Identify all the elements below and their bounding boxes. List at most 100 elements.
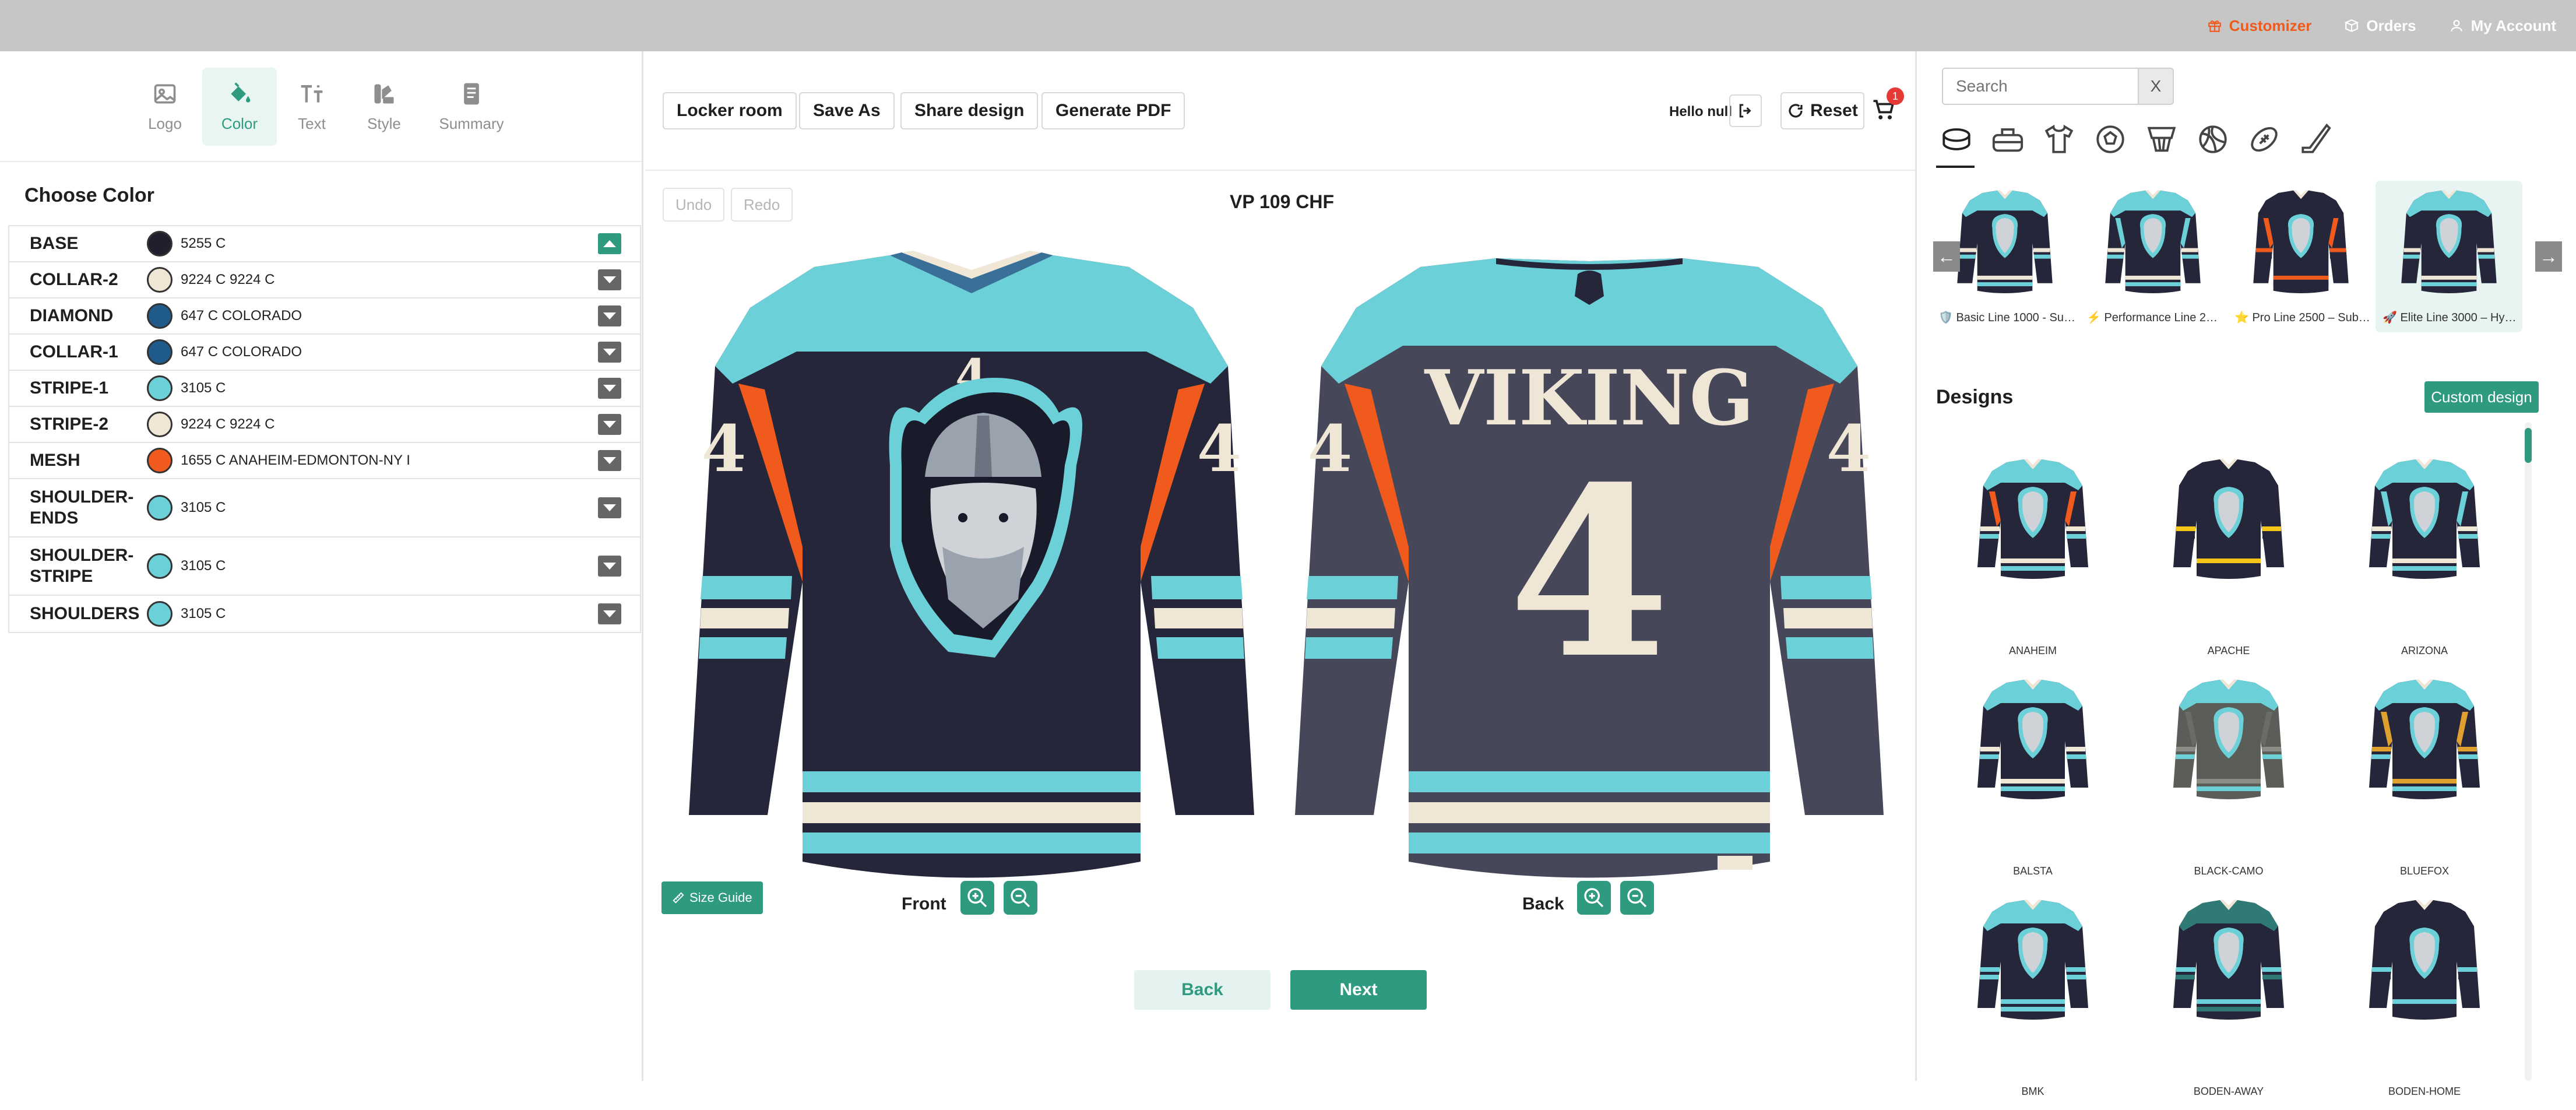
chevron-down-icon[interactable] [598,450,621,471]
nav-orders[interactable]: Orders [2344,17,2416,35]
product-card[interactable]: 🚀 Elite Line 3000 – Hybrid [2376,181,2522,332]
scrollbar-thumb[interactable] [2525,428,2532,463]
search-clear-button[interactable]: X [2138,68,2174,105]
chevron-down-icon[interactable] [598,378,621,399]
design-card-boden-home[interactable]: BODEN-HOME [2337,894,2512,1110]
preview-panel: Locker room Save As Share design Generat… [645,51,1917,1081]
color-row-mesh[interactable]: MESH 1655 C ANAHEIM-EDMONTON-NY I [9,443,640,479]
tab-logo[interactable]: Logo [128,68,202,146]
catalog-panel: X 🛡️ Basic Line 1000 - Sublimated Jersey… [1919,51,2576,1097]
football-icon [2251,127,2278,152]
designs-heading: Designs [1936,386,2014,408]
hockey-stick-icon [2301,123,2331,153]
color-swatch[interactable] [147,412,173,437]
nav-customizer[interactable]: Customizer [2207,17,2311,35]
color-row-stripe-1[interactable]: STRIPE-1 3105 C [9,371,640,407]
front-zoom-out-button[interactable] [1004,881,1037,915]
back-zoom-in-button[interactable] [1577,881,1611,915]
design-card-balsta[interactable]: BALSTA [1945,674,2120,890]
back-zoom-out-button[interactable] [1620,881,1654,915]
design-card-boden-away[interactable]: BODEN-AWAY [2141,894,2316,1110]
tab-color[interactable]: Color [202,68,277,146]
color-value: 647 C COLORADO [181,308,302,324]
color-row-shoulders[interactable]: SHOULDERS 3105 C [9,596,640,632]
nav-account[interactable]: My Account [2449,17,2556,35]
color-row-stripe-2[interactable]: STRIPE-2 9224 C 9224 C [9,407,640,443]
color-swatch[interactable] [147,495,173,521]
color-row-base[interactable]: BASE 5255 C [9,226,640,262]
color-swatch[interactable] [147,267,173,293]
custom-design-button[interactable]: Custom design [2424,381,2539,413]
carousel-next-button[interactable]: → [2535,241,2562,272]
search-input[interactable] [1942,68,2139,105]
sport-tab-volleyball[interactable] [2193,120,2233,159]
tab-summary[interactable]: Summary [434,68,509,146]
color-swatch[interactable] [147,303,173,329]
locker-room-button[interactable]: Locker room [663,92,797,129]
share-design-button[interactable]: Share design [900,92,1039,129]
color-row-diamond[interactable]: DIAMOND 647 C COLORADO [9,298,640,335]
design-card-anaheim[interactable]: ANAHEIM [1945,454,2120,669]
front-zoom-in-button[interactable] [960,881,994,915]
tab-logo-label: Logo [148,114,182,132]
color-swatch[interactable] [147,339,173,365]
design-card-bmk[interactable]: BMK [1945,894,2120,1110]
tab-style[interactable]: Style [347,68,421,146]
top-bar: Customizer Orders My Account [0,0,2576,51]
color-swatch[interactable] [147,231,173,257]
sport-tab-football[interactable] [2244,120,2285,159]
logout-icon [1739,104,1751,118]
color-swatch[interactable] [147,601,173,627]
chevron-down-icon[interactable] [598,414,621,435]
color-row-collar-1[interactable]: COLLAR-1 647 C COLORADO [9,335,640,371]
color-part-name: COLLAR-1 [30,342,118,361]
redo-button[interactable]: Redo [731,188,793,222]
color-swatch[interactable] [147,553,173,579]
left-panel: Logo Color Text Style Summary Choose Col… [0,51,643,1081]
chevron-down-icon[interactable] [598,305,621,326]
chevron-up-icon[interactable] [598,233,621,254]
sport-tab-hockey-puck[interactable] [1936,120,1977,159]
sport-tab-hockey-stick[interactable] [2295,120,2336,159]
color-swatch[interactable] [147,448,173,473]
design-label: BLUEFOX [2399,865,2450,877]
sport-tab-basketball[interactable] [2141,120,2182,159]
color-swatch[interactable] [147,375,173,401]
chevron-down-icon[interactable] [598,603,621,624]
box-icon [2344,19,2359,32]
logout-button[interactable] [1729,94,1762,127]
zoom-out-icon [1627,888,1647,908]
color-row-shoulder-ends[interactable]: SHOULDER-ENDS 3105 C [9,479,640,538]
save-as-button[interactable]: Save As [799,92,895,129]
tab-text[interactable]: Text [275,68,349,146]
chevron-down-icon[interactable] [598,269,621,290]
designs-scrollbar[interactable] [2525,422,2532,1081]
chevron-down-icon[interactable] [598,342,621,363]
design-label: ANAHEIM [2008,645,2057,656]
product-label: ⚡ Performance Line 2000 – Sublimated [2086,311,2224,324]
reset-button[interactable]: Reset [1780,92,1864,129]
carousel-prev-button[interactable]: ← [1933,241,1960,272]
front-view-label: Front [902,894,946,914]
color-row-collar-2[interactable]: COLLAR-2 9224 C 9224 C [9,262,640,298]
chevron-down-icon[interactable] [598,497,621,518]
design-card-apache[interactable]: APACHE [2141,454,2316,669]
sport-tab-hockey-bag[interactable] [1987,120,2028,159]
generate-pdf-button[interactable]: Generate PDF [1041,92,1185,129]
color-row-shoulder-stripe[interactable]: SHOULDER-STRIPE 3105 C [9,538,640,596]
color-part-name: SHOULDER-STRIPE [30,546,134,586]
tab-text-label: Text [298,114,326,132]
chevron-down-icon[interactable] [598,556,621,577]
volleyball-icon [2199,125,2227,153]
design-card-black-camo[interactable]: BLACK-CAMO [2141,674,2316,890]
design-card-arizona[interactable]: ARIZONA [2337,454,2512,669]
design-card-bluefox[interactable]: BLUEFOX [2337,674,2512,890]
sport-tab-soccer-ball[interactable] [2090,120,2131,159]
next-step-button[interactable]: Next [1290,970,1427,1010]
product-card[interactable]: ⭐ Pro Line 2500 – Sublimated Jersey [2227,181,2374,332]
back-step-button[interactable]: Back [1134,970,1271,1010]
undo-button[interactable]: Undo [663,188,725,222]
product-card[interactable]: ⚡ Performance Line 2000 – Sublimated [2079,181,2226,332]
sport-tab-tshirt[interactable] [2039,120,2079,159]
size-guide-button[interactable]: Size Guide [661,881,763,914]
